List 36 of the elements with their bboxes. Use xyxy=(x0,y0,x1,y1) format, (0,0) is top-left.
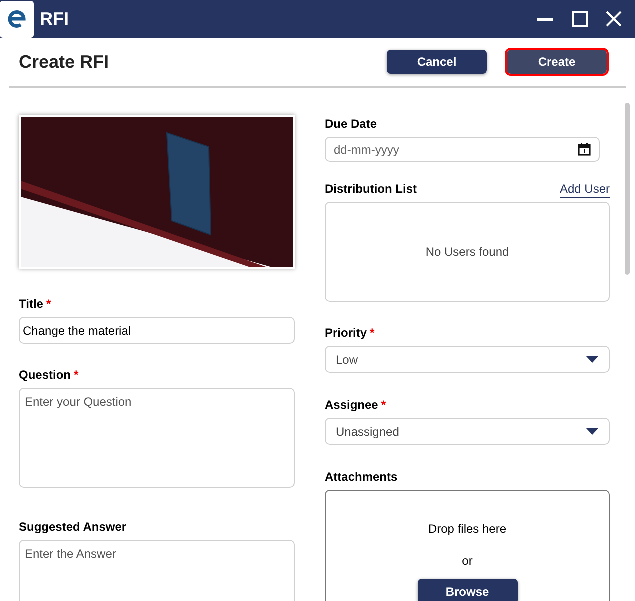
field-label: Title xyxy=(19,296,44,313)
dropdown[interactable]: Low xyxy=(325,346,610,373)
field-label: Assignee xyxy=(325,397,378,414)
required-mark: * xyxy=(370,325,375,342)
field-label: Question xyxy=(19,367,72,384)
drop-hint: Drop files here xyxy=(428,521,507,538)
browse-button[interactable]: Browse xyxy=(418,579,518,601)
required-mark: * xyxy=(381,397,386,414)
field-label: Priority xyxy=(325,325,368,342)
or-text: or xyxy=(462,553,473,570)
title-field[interactable]: Change the material xyxy=(19,317,295,344)
dropdown-value: Unassigned xyxy=(336,424,400,440)
cancel-button[interactable]: Cancel xyxy=(387,50,487,74)
calendar-icon xyxy=(578,143,591,156)
field-label: Suggested Answer xyxy=(19,519,127,536)
dropdown-value: Low xyxy=(336,352,360,368)
page-title: Create RFI xyxy=(19,50,110,74)
field-label: Attachments xyxy=(325,469,398,486)
add-user-link[interactable]: Add User xyxy=(560,182,610,198)
window-title: RFI xyxy=(40,8,69,30)
date-placeholder: dd-mm-yyyy xyxy=(334,142,400,158)
caret-icon xyxy=(586,428,599,435)
drop-zone[interactable]: Drop files here or Browse xyxy=(325,490,610,601)
minimize-icon[interactable] xyxy=(537,18,553,20)
text-area-field[interactable]: Enter your Question xyxy=(19,388,295,488)
date-field[interactable]: dd-mm-yyyy xyxy=(325,137,600,162)
required-mark: * xyxy=(74,367,79,384)
field-label: Due Date xyxy=(325,116,378,133)
field-label: Distribution List xyxy=(325,181,417,198)
close-icon[interactable] xyxy=(606,11,622,27)
required-mark: * xyxy=(46,296,52,313)
empty-message: No Users found xyxy=(426,244,510,261)
maximize-icon[interactable] xyxy=(572,11,588,27)
dropdown[interactable]: Unassigned xyxy=(325,418,610,445)
caret-icon xyxy=(586,356,599,363)
text-area-field[interactable]: Enter the Answer xyxy=(19,540,295,601)
